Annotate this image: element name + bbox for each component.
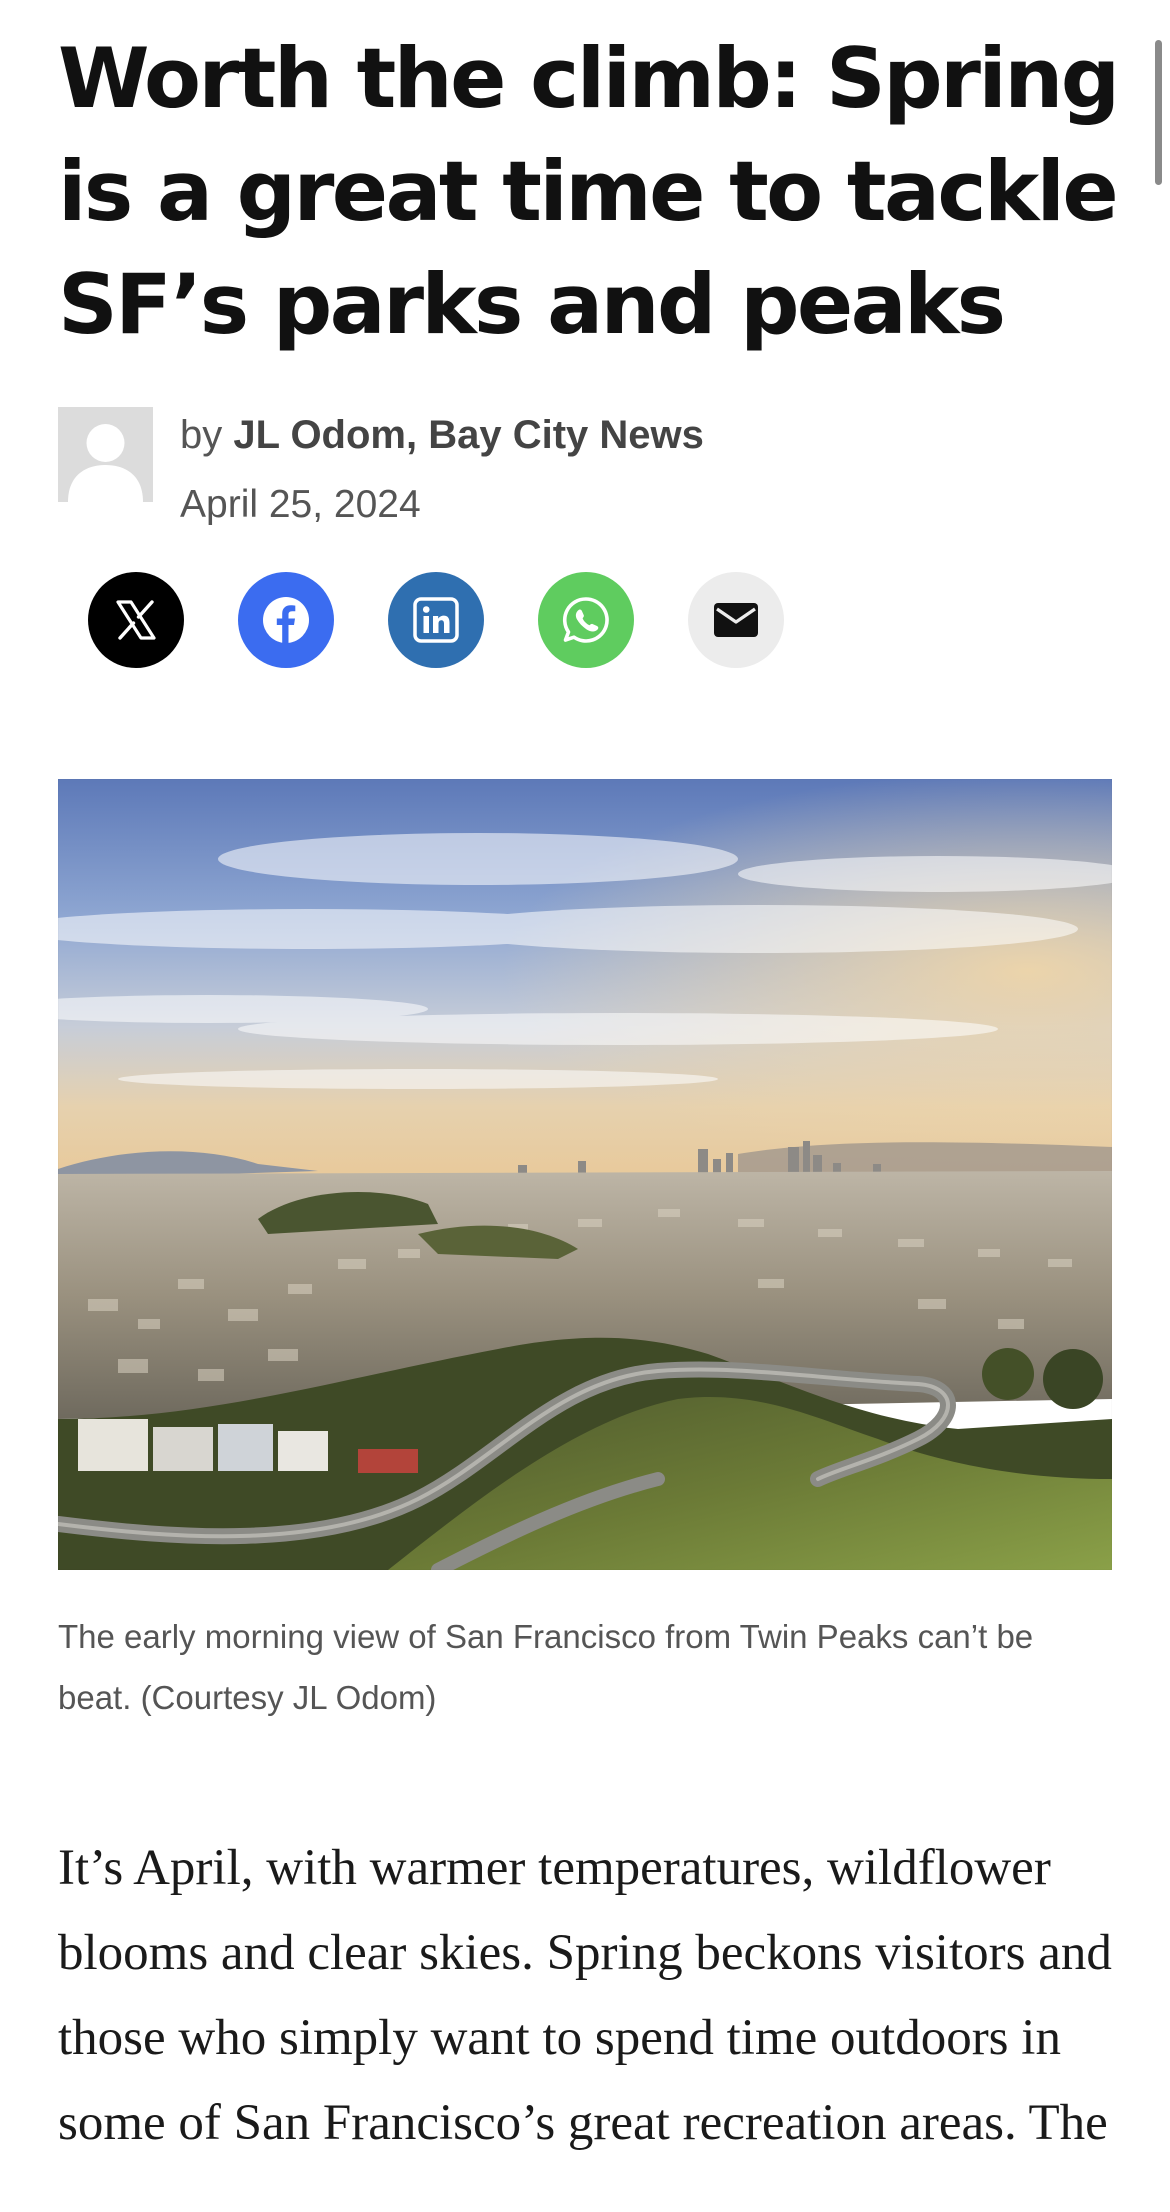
share-whatsapp-button[interactable]: [538, 572, 634, 668]
share-x-button[interactable]: [88, 572, 184, 668]
article-hero-image[interactable]: [58, 779, 1112, 1570]
email-icon: [714, 603, 758, 637]
author-line: by JL Odom, Bay City News: [180, 413, 704, 458]
byline-prefix: by: [180, 413, 223, 457]
article-headline: Worth the climb: Spring is a great time …: [58, 30, 1120, 353]
avatar-placeholder-icon: [58, 407, 153, 502]
share-linkedin-button[interactable]: [388, 572, 484, 668]
article-body-paragraph: It’s April, with warmer temperatures, wi…: [58, 1840, 1112, 2151]
scrollbar[interactable]: [1155, 40, 1162, 185]
facebook-icon: [263, 597, 309, 643]
x-icon: [116, 600, 156, 640]
author-link[interactable]: JL Odom, Bay City News: [233, 413, 704, 457]
image-caption: The early morning view of San Francisco …: [58, 1618, 1034, 1716]
publish-date: April 25, 2024: [180, 483, 421, 526]
share-facebook-button[interactable]: [238, 572, 334, 668]
share-email-button[interactable]: [688, 572, 784, 668]
whatsapp-icon: [562, 597, 609, 643]
linkedin-icon: [413, 597, 459, 643]
twin-peaks-photo: [58, 779, 1112, 1570]
author-avatar[interactable]: [58, 407, 153, 502]
